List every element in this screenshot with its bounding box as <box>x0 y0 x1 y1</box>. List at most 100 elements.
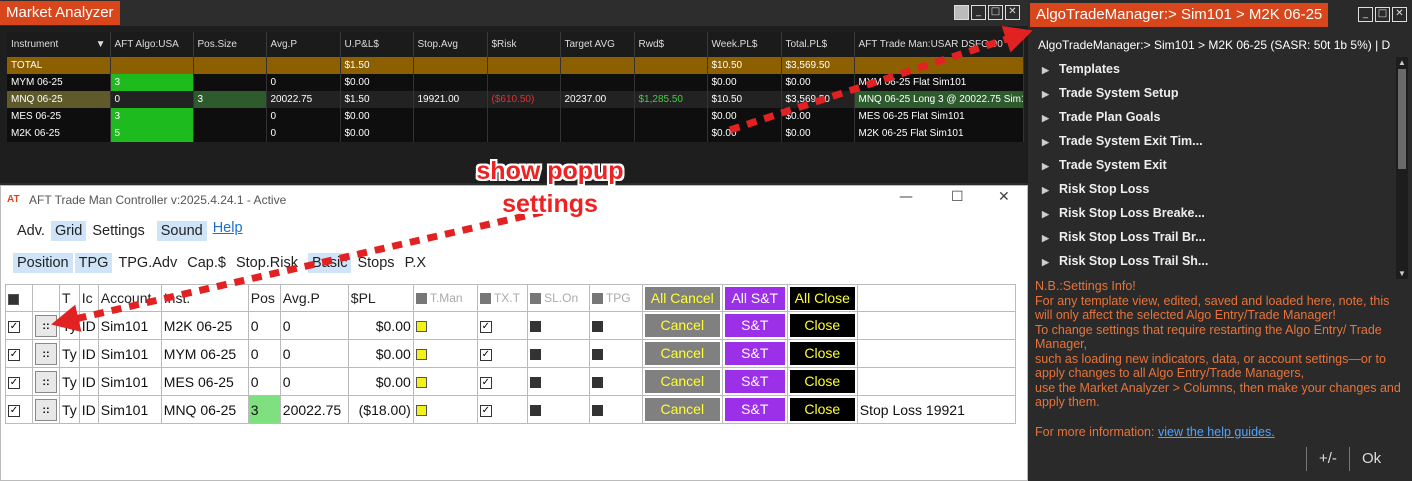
column-header[interactable]: Instrument ▼ <box>7 32 111 57</box>
close-icon[interactable]: ✕ <box>1005 5 1020 20</box>
sort-dropdown-icon[interactable]: ▼ <box>96 39 106 50</box>
row-checkbox[interactable]: ✓ <box>5 311 33 340</box>
all-st-button[interactable]: All S&T <box>724 286 785 310</box>
settings-group-trade-plan-goals[interactable]: ▶ Trade Plan Goals <box>1030 105 1396 129</box>
slon-toggle[interactable] <box>526 339 590 368</box>
st-button[interactable]: S&T <box>724 398 785 421</box>
minimize-icon[interactable]: _ <box>1358 7 1373 22</box>
slon-toggle[interactable] <box>526 395 590 424</box>
st-button[interactable]: S&T <box>724 314 785 337</box>
tab-px[interactable]: P.X <box>401 253 431 273</box>
row-checkbox[interactable]: ✓ <box>5 339 33 368</box>
scrollbar-thumb[interactable] <box>1398 69 1406 169</box>
slon-toggle[interactable] <box>526 367 590 396</box>
settings-group-trade-system-exit-time[interactable]: ▶ Trade System Exit Tim... <box>1030 129 1396 153</box>
column-header[interactable]: Week.PL$ <box>707 32 782 57</box>
st-button[interactable]: S&T <box>724 342 785 365</box>
tpg-toggle[interactable] <box>588 395 643 424</box>
tab-basic[interactable]: Basic <box>308 253 352 273</box>
settings-group-risk-stop-loss-breakeven[interactable]: ▶ Risk Stop Loss Breake... <box>1030 201 1396 225</box>
settings-group-risk-stop-loss-trail-br[interactable]: ▶ Risk Stop Loss Trail Br... <box>1030 225 1396 249</box>
row-checkbox[interactable]: ✓ <box>5 367 33 396</box>
tab-tpg-adv[interactable]: TPG.Adv <box>114 253 181 273</box>
settings-group-risk-stop-loss[interactable]: ▶ Risk Stop Loss <box>1030 177 1396 201</box>
all-cancel-button[interactable]: All Cancel <box>644 286 720 310</box>
txt-checkbox[interactable]: ✓ <box>476 367 528 396</box>
column-header[interactable]: Rwd$ <box>634 32 708 57</box>
tab-stop-risk[interactable]: Stop.Risk <box>232 253 302 273</box>
column-header[interactable]: Pos.Size <box>193 32 267 57</box>
column-header[interactable]: Avg.P <box>266 32 341 57</box>
column-header[interactable]: AFT Algo:USA <box>110 32 194 57</box>
select-all-checkbox[interactable] <box>5 284 33 312</box>
close-icon[interactable]: ✕ <box>1392 7 1407 22</box>
tab-tpg[interactable]: TPG <box>74 253 113 273</box>
popup-settings-button[interactable]: :: <box>35 314 57 337</box>
tpg-toggle[interactable] <box>588 311 643 340</box>
column-header[interactable]: $Risk <box>487 32 561 57</box>
close-button[interactable]: Close <box>789 342 855 365</box>
minimize-icon[interactable]: — <box>899 189 913 205</box>
minimize-icon[interactable]: _ <box>971 5 986 20</box>
table-row[interactable]: MNQ 06-25 0 3 20022.75 $1.50 19921.00 ($… <box>7 91 1024 108</box>
menu-help-link[interactable]: Help <box>209 218 247 241</box>
st-button[interactable]: S&T <box>724 370 785 393</box>
tpg-toggle[interactable] <box>588 339 643 368</box>
cancel-button[interactable]: Cancel <box>644 314 720 337</box>
table-row[interactable]: ✓ :: Ty ID Sim101 MYM 06-25 0 0 $0.00 ✓ … <box>5 339 1016 368</box>
all-close-button[interactable]: All Close <box>789 286 855 310</box>
column-header-tman[interactable]: T.Man <box>412 284 478 312</box>
scroll-down-icon[interactable]: ▼ <box>1398 269 1406 278</box>
row-checkbox[interactable]: ✓ <box>5 395 33 424</box>
help-guides-link[interactable]: view the help guides. <box>1158 425 1275 439</box>
popup-settings-button[interactable]: :: <box>35 398 57 421</box>
column-header-slon[interactable]: SL.On <box>526 284 590 312</box>
plus-minus-button[interactable]: +/- <box>1306 447 1349 471</box>
popup-settings-button[interactable]: :: <box>35 370 57 393</box>
cancel-button[interactable]: Cancel <box>644 370 720 393</box>
close-icon[interactable]: ✕ <box>998 189 1010 205</box>
close-button[interactable]: Close <box>789 370 855 393</box>
column-header-txt[interactable]: TX.T <box>476 284 528 312</box>
column-header[interactable]: Stop.Avg <box>413 32 488 57</box>
close-button[interactable]: Close <box>789 398 855 421</box>
scroll-up-icon[interactable]: ▲ <box>1398 58 1406 67</box>
maximize-icon[interactable]: □ <box>988 5 1003 20</box>
menu-adv[interactable]: Adv. <box>13 221 49 241</box>
column-header[interactable]: AFT Trade Man:USAR DSFG.00 <box>854 32 1024 57</box>
settings-group-trade-system-setup[interactable]: ▶ Trade System Setup <box>1030 81 1396 105</box>
tman-toggle[interactable] <box>412 339 478 368</box>
popup-settings-button[interactable]: :: <box>35 342 57 365</box>
column-header[interactable]: Total.PL$ <box>781 32 855 57</box>
txt-checkbox[interactable]: ✓ <box>476 395 528 424</box>
slon-toggle[interactable] <box>526 311 590 340</box>
settings-group-risk-stop-loss-trail-sh[interactable]: ▶ Risk Stop Loss Trail Sh... <box>1030 249 1396 273</box>
cancel-button[interactable]: Cancel <box>644 398 720 421</box>
table-row[interactable]: ✓ :: Ty ID Sim101 MNQ 06-25 3 20022.75 (… <box>5 395 1016 424</box>
table-row[interactable]: MES 06-25 3 0 $0.00 $0.00 $0.00 MES 06-2… <box>7 108 1024 125</box>
total-row[interactable]: TOTAL $1.50 $10.50 $3,569.50 <box>7 57 1024 74</box>
tab-cap[interactable]: Cap.$ <box>183 253 230 273</box>
maximize-icon[interactable]: □ <box>1375 7 1390 22</box>
table-row[interactable]: ✓ :: Ty ID Sim101 MES 06-25 0 0 $0.00 ✓ … <box>5 367 1016 396</box>
table-row[interactable]: MYM 06-25 3 0 $0.00 $0.00 $0.00 MYM 06-2… <box>7 74 1024 91</box>
settings-group-trade-system-exit[interactable]: ▶ Trade System Exit <box>1030 153 1396 177</box>
link-icon[interactable] <box>954 5 969 20</box>
menu-sound[interactable]: Sound <box>156 221 207 241</box>
ok-button[interactable]: Ok <box>1348 447 1393 471</box>
table-row[interactable]: M2K 06-25 5 0 $0.00 $0.00 $0.00 M2K 06-2… <box>7 125 1024 142</box>
column-header[interactable]: Target AVG <box>560 32 635 57</box>
close-button[interactable]: Close <box>789 314 855 337</box>
menu-settings[interactable]: Settings <box>88 221 148 241</box>
tab-stops[interactable]: Stops <box>353 253 398 273</box>
tman-toggle[interactable] <box>412 367 478 396</box>
maximize-icon[interactable]: ☐ <box>951 189 964 205</box>
tpg-toggle[interactable] <box>588 367 643 396</box>
txt-checkbox[interactable]: ✓ <box>476 311 528 340</box>
cancel-button[interactable]: Cancel <box>644 342 720 365</box>
column-header[interactable]: U.P&L$ <box>340 32 414 57</box>
tman-toggle[interactable] <box>412 311 478 340</box>
column-header-tpg[interactable]: TPG <box>588 284 643 312</box>
settings-group-templates[interactable]: ▶ Templates <box>1030 57 1396 81</box>
table-row[interactable]: ✓ :: Ty ID Sim101 M2K 06-25 0 0 $0.00 ✓ … <box>5 311 1016 340</box>
